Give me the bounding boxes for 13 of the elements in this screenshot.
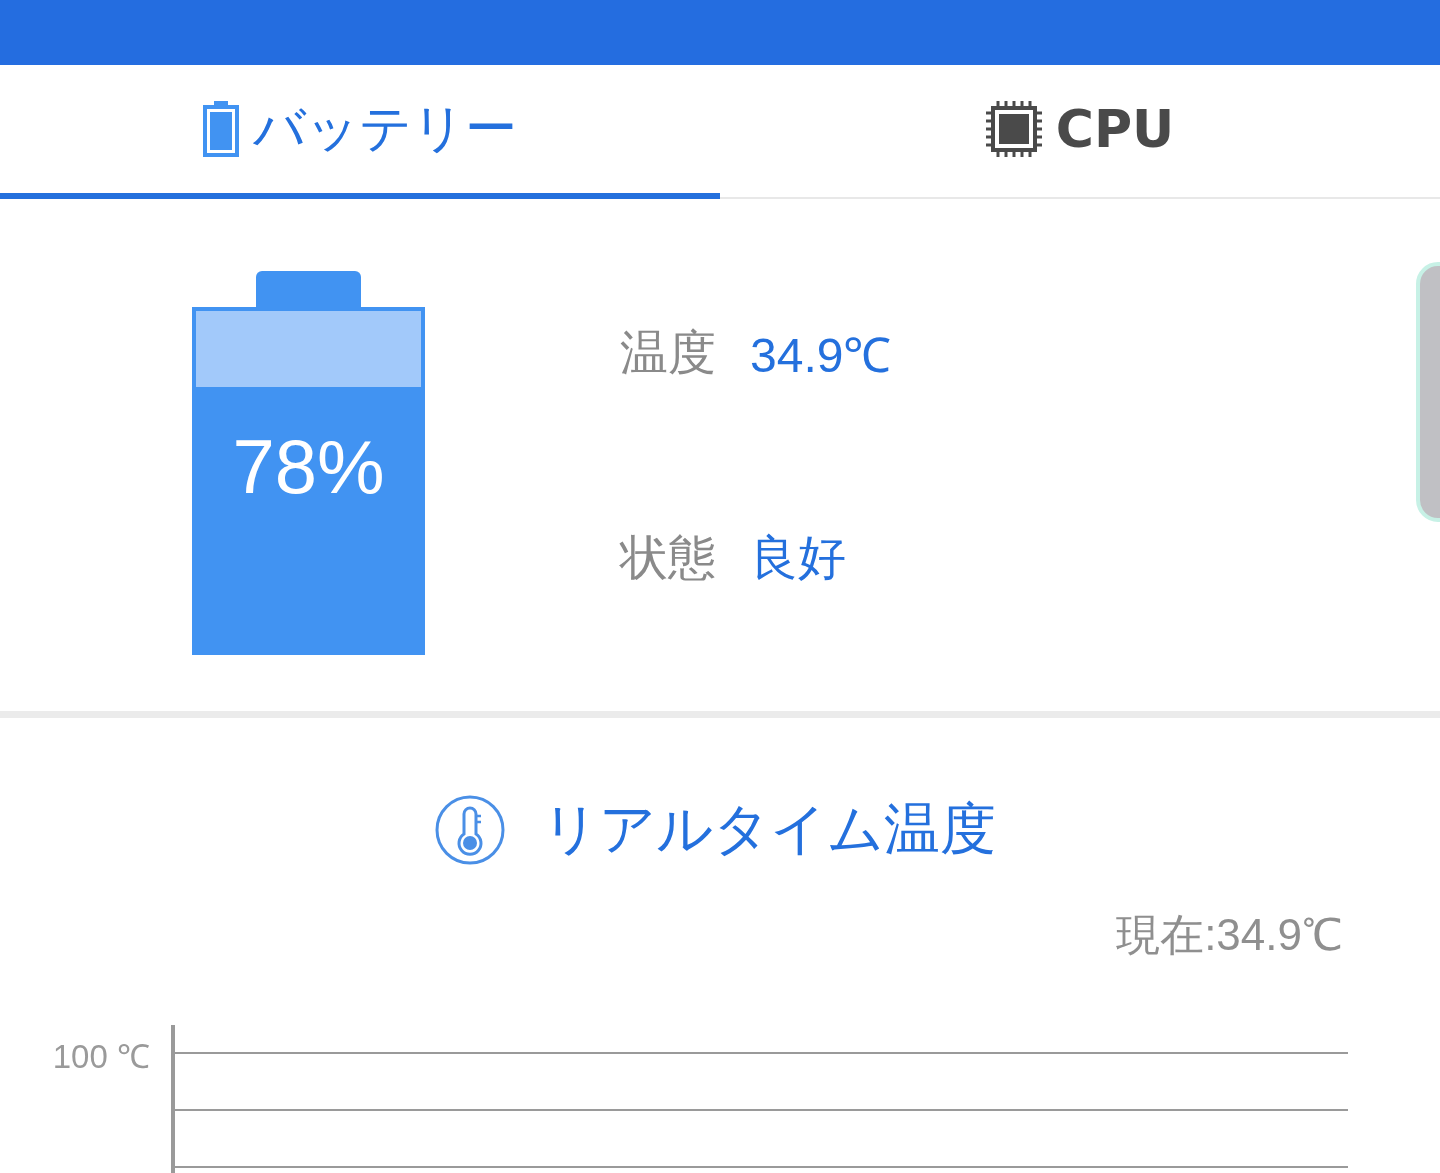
tab[interactable]: CPU xyxy=(720,65,1440,199)
battery-icon xyxy=(203,101,239,157)
chip-icon xyxy=(985,101,1042,157)
axis-label: 100 ℃ xyxy=(51,1037,150,1077)
info-value: 良好 xyxy=(750,529,846,586)
battery-percent: 78% xyxy=(231,423,386,510)
section-title: リアルタイム温度 xyxy=(542,795,996,863)
info-label: 温度 xyxy=(620,323,716,382)
tab[interactable]: バッテリー xyxy=(0,65,720,199)
info-label: 状態 xyxy=(620,527,716,587)
thermometer-icon xyxy=(434,794,506,866)
current-temperature: 現在:34.9℃ xyxy=(1115,909,1344,961)
info-value: 34.9℃ xyxy=(750,327,892,384)
